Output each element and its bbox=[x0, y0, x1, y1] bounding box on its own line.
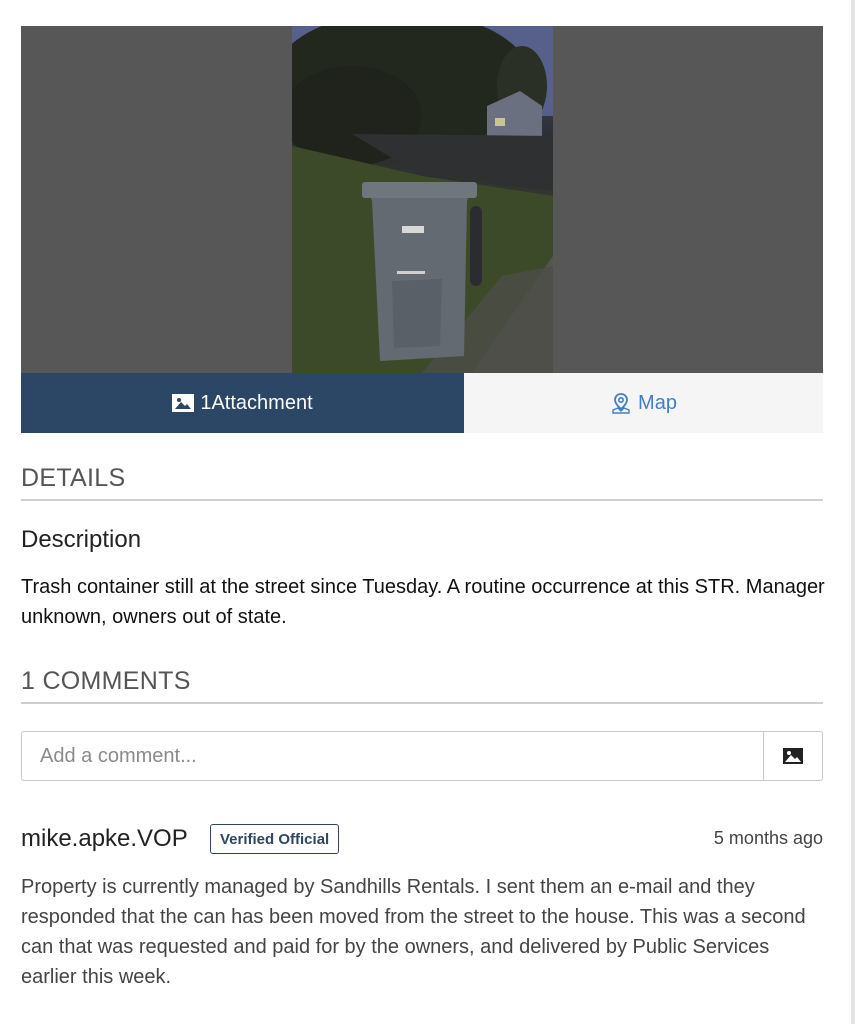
comment-input[interactable] bbox=[21, 731, 763, 781]
attachment-count: 1 bbox=[200, 391, 212, 414]
image-icon bbox=[172, 394, 195, 412]
media-tabs: 1Attachment Map bbox=[21, 373, 823, 433]
comment-timestamp: 5 months ago bbox=[713, 828, 823, 848]
tab-attachments[interactable]: 1Attachment bbox=[21, 373, 464, 433]
page: 1Attachment Map DETAILS Description Tras… bbox=[0, 0, 855, 1024]
comments-heading: 1 COMMENTS bbox=[21, 667, 823, 704]
comment-form bbox=[21, 731, 823, 781]
tab-map[interactable]: Map bbox=[464, 373, 823, 433]
comment-body: Property is currently managed by Sandhil… bbox=[21, 876, 806, 988]
attachment-photo[interactable] bbox=[292, 26, 553, 373]
attachment-viewer bbox=[21, 26, 823, 373]
attachment-label: Attachment bbox=[211, 391, 313, 414]
attach-image-button[interactable] bbox=[763, 731, 823, 781]
image-icon bbox=[783, 748, 803, 764]
details-heading: DETAILS bbox=[21, 464, 823, 501]
description-label: Description bbox=[21, 526, 142, 553]
description-text: Trash container still at the street sinc… bbox=[21, 576, 825, 628]
verified-official-badge: Verified Official bbox=[210, 824, 340, 854]
scrollbar-track[interactable] bbox=[851, 0, 855, 1024]
map-pin-icon bbox=[612, 393, 630, 414]
trash-can-photo bbox=[292, 26, 553, 373]
comment-author[interactable]: mike.apke.VOP bbox=[21, 825, 188, 853]
map-label: Map bbox=[638, 391, 677, 414]
